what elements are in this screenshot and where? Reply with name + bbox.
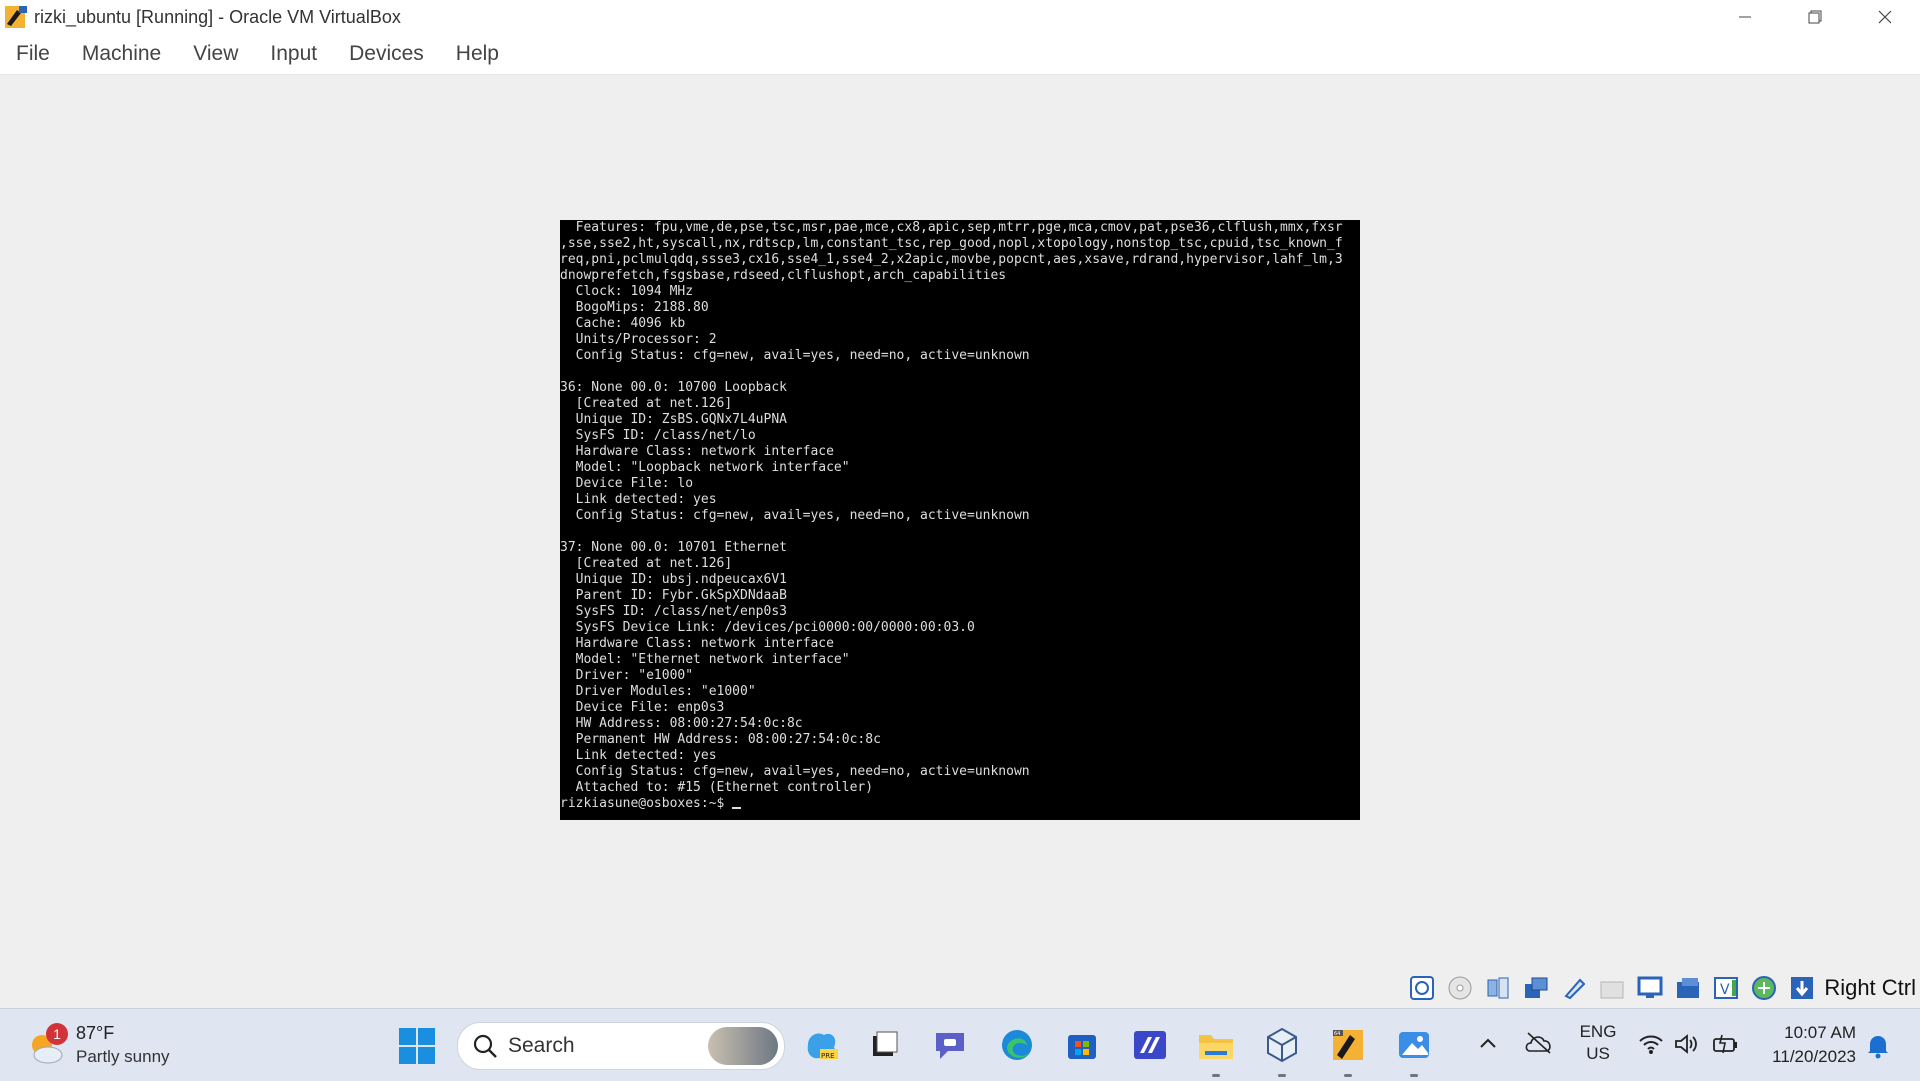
onedrive-offline-icon[interactable] [1524, 1031, 1554, 1060]
taskbar: 1 87°F Partly sunny Search PRE 64 ENG US… [0, 1008, 1920, 1081]
minimize-icon [1739, 16, 1751, 18]
clock-date: 11/20/2023 [1772, 1047, 1856, 1066]
weather-condition: Partly sunny [76, 1047, 170, 1066]
clock-time: 10:07 AM [1784, 1023, 1856, 1042]
virtualbox-manager-icon[interactable] [1260, 1023, 1304, 1077]
menu-bar: File Machine View Input Devices Help [0, 34, 1920, 75]
windows-logo-icon [399, 1028, 435, 1064]
shared-folders-icon[interactable] [1596, 972, 1628, 1004]
teams-icon[interactable] [928, 1023, 972, 1067]
network-icon[interactable] [1520, 972, 1552, 1004]
clock[interactable]: 10:07 AM 11/20/2023 [1740, 1021, 1856, 1069]
mouse-integration-icon[interactable] [1786, 972, 1818, 1004]
vscode-like-icon[interactable] [1128, 1023, 1172, 1067]
optical-drive-icon[interactable] [1444, 972, 1476, 1004]
task-view-icon[interactable] [862, 1023, 906, 1067]
display-icon[interactable] [1634, 972, 1666, 1004]
running-indicator [1410, 1074, 1418, 1077]
minimize-button[interactable] [1710, 0, 1780, 34]
menu-file[interactable]: File [0, 42, 66, 66]
menu-view[interactable]: View [177, 42, 254, 66]
battery-icon[interactable] [1712, 1033, 1740, 1060]
restore-button[interactable] [1780, 0, 1850, 34]
taskbar-search[interactable]: Search [457, 1022, 785, 1070]
tray-overflow-chevron-up-icon[interactable] [1478, 1035, 1498, 1056]
region-code: US [1586, 1044, 1610, 1063]
edge-icon[interactable] [995, 1023, 1039, 1067]
guest-additions-icon[interactable] [1748, 972, 1780, 1004]
window-title: rizki_ubuntu [Running] - Oracle VM Virtu… [34, 6, 401, 27]
menu-help[interactable]: Help [440, 42, 515, 66]
store-icon[interactable] [1060, 1023, 1104, 1067]
volume-icon[interactable] [1674, 1033, 1700, 1060]
search-icon [473, 1034, 497, 1058]
menu-devices[interactable]: Devices [333, 42, 440, 66]
start-button[interactable] [398, 1027, 436, 1065]
console-output: Features: fpu,vme,de,pse,tsc,msr,pae,mce… [560, 220, 1343, 811]
recording-icon[interactable] [1672, 972, 1704, 1004]
vm-status-bar: V Right Ctrl [1400, 971, 1920, 1005]
language-indicator[interactable]: ENG US [1574, 1021, 1622, 1065]
menu-input[interactable]: Input [254, 42, 333, 66]
restore-icon [1808, 10, 1822, 24]
copilot-icon[interactable]: PRE [800, 1023, 844, 1067]
weather-widget[interactable]: 1 87°F Partly sunny [26, 1019, 196, 1071]
file-explorer-icon[interactable] [1194, 1023, 1238, 1077]
close-icon [1878, 10, 1892, 24]
svg-text:PRE: PRE [821, 1052, 835, 1060]
search-highlight-image [708, 1027, 778, 1065]
hard-disk-icon[interactable] [1406, 972, 1438, 1004]
usb-icon[interactable] [1558, 972, 1590, 1004]
weather-badge: 1 [46, 1023, 68, 1045]
vm-console[interactable]: Features: fpu,vme,de,pse,tsc,msr,pae,mce… [560, 220, 1360, 820]
virtualbox-vm-icon[interactable]: 64 [1326, 1023, 1370, 1077]
running-indicator [1278, 1074, 1286, 1077]
svg-text:V: V [1720, 982, 1730, 998]
notification-bell-icon[interactable] [1866, 1033, 1890, 1064]
host-key-label[interactable]: Right Ctrl [1824, 975, 1916, 1001]
weather-temperature: 87°F [76, 1023, 115, 1043]
language-code: ENG [1579, 1022, 1617, 1041]
virtualization-icon[interactable]: V [1710, 972, 1742, 1004]
wifi-icon[interactable] [1638, 1033, 1664, 1060]
running-indicator [1344, 1074, 1352, 1077]
photos-icon[interactable] [1392, 1023, 1436, 1077]
console-cursor [732, 807, 742, 809]
audio-icon[interactable] [1482, 972, 1514, 1004]
svg-text:64: 64 [1334, 1031, 1340, 1037]
search-label: Search [508, 1034, 575, 1057]
close-button[interactable] [1850, 0, 1920, 34]
window-titlebar: rizki_ubuntu [Running] - Oracle VM Virtu… [0, 0, 1920, 34]
virtualbox-app-icon [3, 4, 29, 30]
running-indicator [1212, 1074, 1220, 1077]
menu-machine[interactable]: Machine [66, 42, 177, 66]
